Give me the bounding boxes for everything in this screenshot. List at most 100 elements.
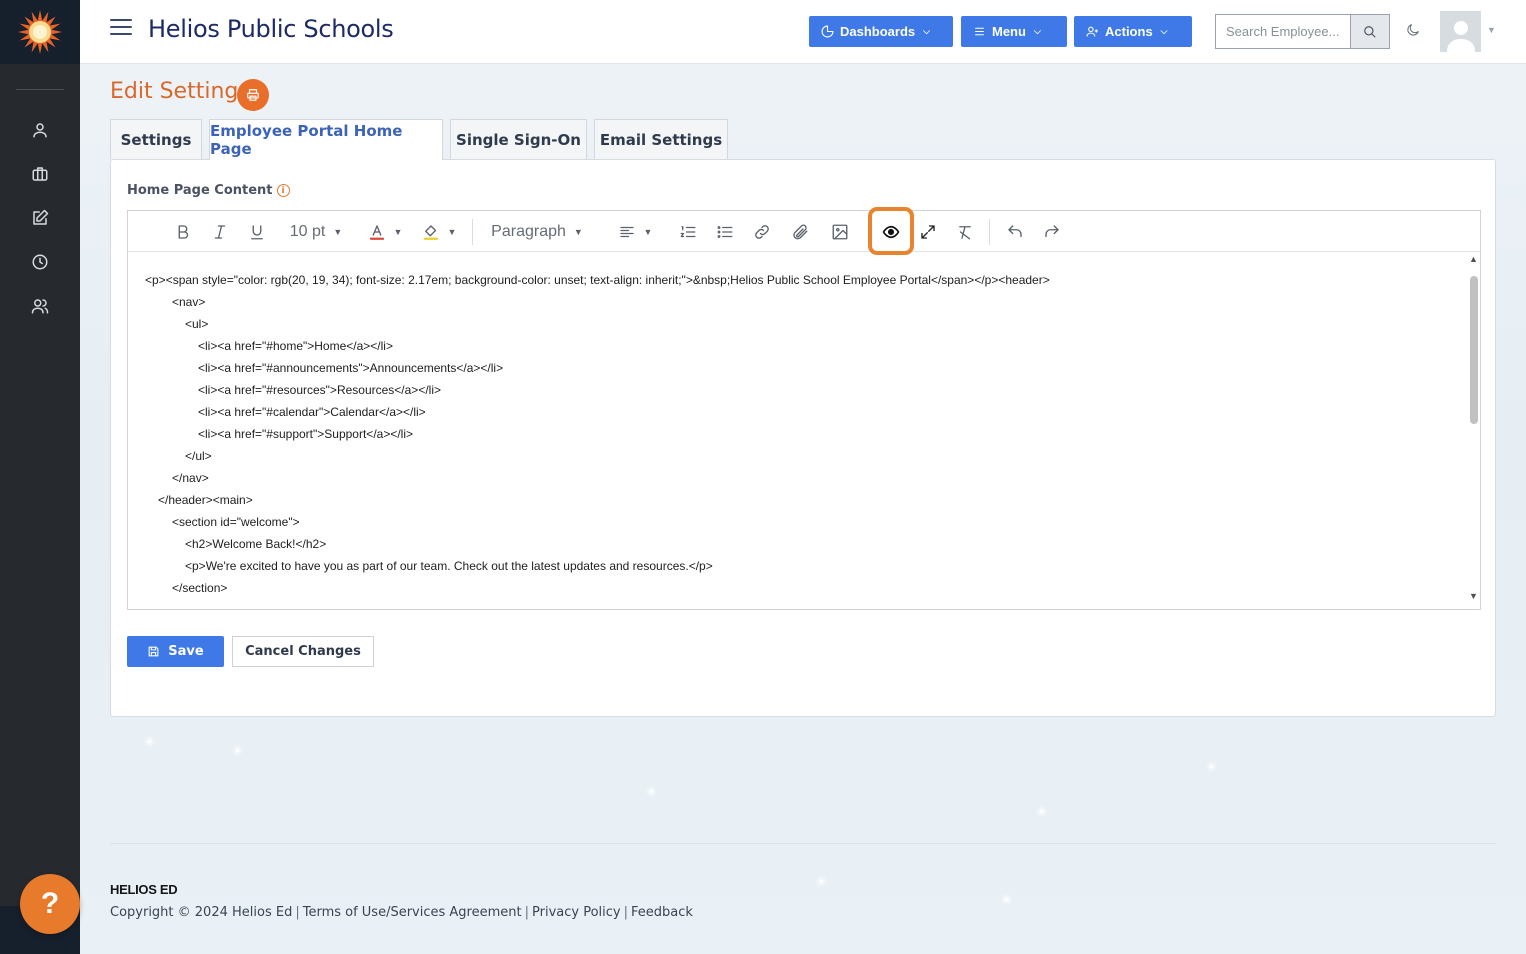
search-input[interactable]: Search Employee...: [1215, 14, 1351, 49]
scroll-up-arrow-icon[interactable]: ▲: [1469, 254, 1478, 264]
clear-format-button[interactable]: [954, 211, 976, 252]
clear-format-icon: [959, 225, 971, 239]
hamburger-menu-icon[interactable]: [110, 19, 132, 37]
editor-content-area[interactable]: <p><span style="color: rgb(20, 19, 34); …: [128, 252, 1468, 609]
ordered-list-button[interactable]: [677, 211, 699, 252]
footer-brand: HELIOS ED: [110, 882, 178, 897]
help-button[interactable]: ?: [20, 874, 80, 934]
chevron-down-icon[interactable]: ▼: [1487, 25, 1496, 35]
page-title: Edit Settings: [110, 79, 250, 104]
code-line: </nav>: [172, 471, 209, 485]
privacy-policy-link[interactable]: Privacy Policy: [532, 905, 621, 920]
code-line: <li><a href="#support">Support</a></li>: [198, 427, 414, 441]
ordered-list-icon: [680, 225, 696, 237]
copyright-text: Copyright © 2024 Helios Ed: [110, 905, 293, 920]
user-icon: [33, 123, 47, 138]
save-button[interactable]: Save: [127, 636, 224, 667]
sidebar-item-profile[interactable]: [0, 108, 80, 152]
chevron-down-icon: ▼: [447, 226, 457, 237]
sidebar-item-people[interactable]: [0, 284, 80, 328]
link-icon: [755, 224, 769, 239]
align-icon: [619, 226, 634, 237]
chevron-down-icon: ⌵: [923, 26, 930, 36]
actions-button[interactable]: Actions ⌵: [1074, 16, 1192, 47]
feedback-link[interactable]: Feedback: [631, 905, 693, 920]
sidebar-item-time[interactable]: [0, 240, 80, 284]
print-button[interactable]: [237, 79, 269, 111]
scrollbar-thumb[interactable]: [1470, 276, 1478, 424]
pie-chart-icon: [821, 25, 834, 38]
code-line: <li><a href="#resources">Resources</a></…: [198, 383, 441, 397]
code-line: <li><a href="#home">Home</a></li>: [198, 339, 393, 353]
redo-button[interactable]: [1041, 211, 1063, 252]
chevron-down-icon: ▼: [393, 226, 403, 237]
italic-button[interactable]: [209, 211, 231, 252]
attachment-button[interactable]: [789, 211, 811, 252]
font-color-icon: [369, 224, 384, 240]
menu-button[interactable]: Menu ⌵: [961, 16, 1067, 47]
block-format-select[interactable]: Paragraph ▼: [488, 211, 586, 252]
app-title: Helios Public Schools: [148, 15, 394, 43]
header: Helios Public Schools Dashboards ⌵ Menu …: [80, 0, 1526, 64]
chevron-down-icon: ⌵: [1033, 26, 1041, 36]
terms-link[interactable]: Terms of Use/Services Agreement: [303, 905, 522, 920]
search-icon: [1364, 25, 1376, 38]
code-line: <nav>: [172, 295, 206, 309]
clock-icon: [32, 254, 48, 270]
save-icon: [148, 646, 159, 657]
toolbar-divider: [989, 219, 990, 245]
chevron-down-icon: ▼: [643, 226, 653, 237]
user-add-icon: [1086, 26, 1098, 37]
editor-scrollbar[interactable]: ▲ ▼: [1467, 254, 1481, 610]
font-size-select[interactable]: 10 pt ▼: [286, 211, 346, 252]
highlight-color-button[interactable]: ▼: [418, 211, 460, 252]
sparkle-decoration: [1210, 765, 1213, 768]
cancel-changes-button[interactable]: Cancel Changes: [232, 636, 374, 667]
chevron-down-icon: ▼: [573, 226, 583, 237]
tab-employee-portal-home-page[interactable]: Employee Portal Home Page: [209, 119, 443, 160]
search-button[interactable]: [1350, 14, 1390, 49]
code-line: <li><a href="#calendar">Calendar</a></li…: [198, 405, 426, 419]
preview-highlight-ring: [868, 207, 914, 255]
fullscreen-icon: [921, 224, 935, 239]
print-icon: [247, 89, 259, 101]
code-line: <li><a href="#announcements">Announcemen…: [198, 361, 504, 375]
bullet-list-icon: [717, 225, 733, 238]
chevron-down-icon: ⌵: [1160, 26, 1168, 36]
link-button[interactable]: [751, 211, 773, 252]
fullscreen-button[interactable]: [917, 211, 939, 252]
underline-button[interactable]: [246, 211, 268, 252]
tab-email-settings[interactable]: Email Settings: [594, 119, 728, 159]
sparkle-decoration: [148, 740, 151, 743]
chevron-down-icon: ▼: [333, 226, 343, 237]
tab-settings[interactable]: Settings: [110, 119, 202, 159]
sidebar-item-edit[interactable]: [0, 196, 80, 240]
avatar[interactable]: [1440, 11, 1481, 52]
image-button[interactable]: [829, 211, 851, 252]
underline-icon: [251, 224, 263, 239]
list-icon: [975, 27, 984, 36]
sidebar-item-jobs[interactable]: [0, 152, 80, 196]
bold-button[interactable]: [172, 211, 194, 252]
sidebar: ?: [0, 0, 80, 954]
tab-single-sign-on[interactable]: Single Sign-On: [450, 119, 587, 159]
attachment-icon: [793, 224, 808, 239]
scroll-down-arrow-icon[interactable]: ▼: [1469, 591, 1478, 601]
undo-button[interactable]: [1004, 211, 1026, 252]
users-icon: [31, 299, 49, 314]
info-icon[interactable]: i: [276, 184, 290, 197]
code-line: </header><main>: [158, 493, 253, 507]
edit-icon: [33, 209, 49, 225]
bullet-list-button[interactable]: [714, 211, 736, 252]
dashboards-button[interactable]: Dashboards ⌵: [809, 16, 953, 47]
sparkle-decoration: [1005, 898, 1008, 901]
font-color-button[interactable]: ▼: [364, 211, 406, 252]
code-line: </ul>: [185, 449, 212, 463]
rich-text-editor: 10 pt ▼ ▼ ▼ Paragraph ▼ ▼ <p><span style…: [127, 207, 1481, 610]
dark-mode-toggle[interactable]: [1405, 22, 1423, 40]
align-button[interactable]: ▼: [612, 211, 658, 252]
sparkle-decoration: [236, 749, 239, 752]
editor-toolbar: 10 pt ▼ ▼ ▼ Paragraph ▼ ▼: [128, 207, 1480, 255]
toolbar-divider: [472, 219, 473, 245]
sun-logo-icon[interactable]: [0, 0, 80, 64]
